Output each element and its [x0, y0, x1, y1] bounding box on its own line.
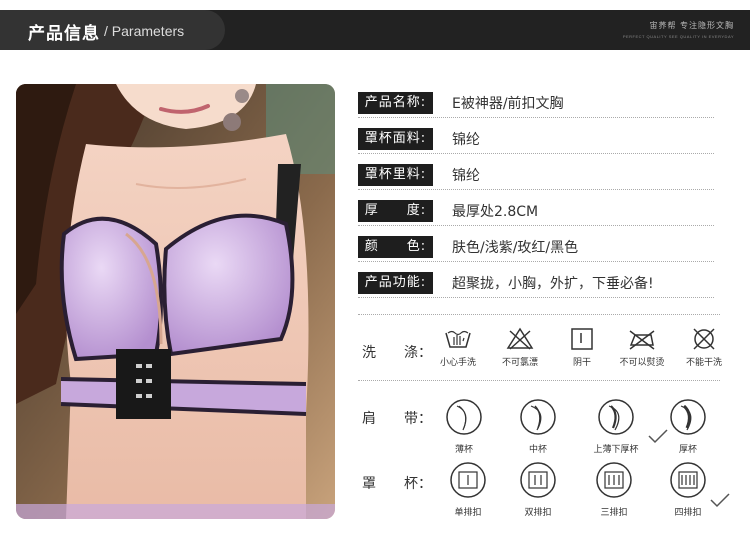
line-dry-icon: 阴干 [560, 327, 604, 368]
option-caption: 厚杯 [678, 445, 697, 455]
param-row-thickness: 厚 度: 最厚处2.8CM [358, 196, 714, 226]
brand-slogan: 宙荞帮 专注隐形文胸 [649, 21, 734, 30]
divider [358, 153, 714, 154]
option-caption: 上薄下厚杯 [593, 445, 639, 455]
param-label: 产品名称: [358, 92, 433, 114]
option-caption: 双排扣 [524, 508, 552, 518]
care-caption: 不可以熨烫 [619, 358, 665, 368]
page-subtitle: / Parameters [104, 23, 185, 39]
param-row-cup-fabric: 罩杯面料: 锦纶 [358, 124, 714, 154]
param-value: E被神器/前扣文胸 [452, 96, 564, 112]
hand-wash-icon: 小心手洗 [436, 327, 480, 368]
washing-label: 洗 涤： [362, 345, 432, 361]
divider [358, 189, 714, 190]
option-caption: 中杯 [528, 445, 547, 455]
divider [358, 297, 714, 298]
param-label: 罩杯面料: [358, 128, 433, 150]
double-hook-icon: 双排扣 [516, 461, 560, 518]
option-caption: 薄杯 [454, 445, 473, 455]
header-bar: 产品信息 / Parameters 宙荞帮 专注隐形文胸 PERFECT QUA… [0, 10, 750, 50]
divider [358, 380, 720, 381]
no-dry-clean-icon: 不能干洗 [682, 327, 726, 368]
divider [358, 314, 720, 315]
product-photo [16, 84, 335, 519]
thin-cup-icon: 薄杯 [442, 398, 486, 455]
param-value: 最厚处2.8CM [452, 204, 539, 220]
page-title: 产品信息 [28, 24, 100, 44]
thin-top-thick-bottom-cup-icon: 上薄下厚杯 [586, 398, 646, 455]
thick-cup-icon: 厚杯 [666, 398, 710, 455]
param-label: 颜 色: [358, 236, 433, 258]
param-label: 产品功能: [358, 272, 433, 294]
care-caption: 阴干 [572, 358, 591, 368]
param-row-cup-lining: 罩杯里料: 锦纶 [358, 160, 714, 190]
care-caption: 不可氯漂 [501, 358, 538, 368]
quad-hook-icon: 四排扣 [666, 461, 710, 518]
no-iron-icon: 不可以熨烫 [616, 327, 668, 368]
param-value: 锦纶 [452, 132, 480, 148]
cup-label: 罩 杯： [362, 476, 432, 492]
param-label: 厚 度: [358, 200, 433, 222]
param-row-color: 颜 色: 肤色/浅紫/玫红/黑色 [358, 232, 714, 262]
triple-hook-icon: 三排扣 [592, 461, 636, 518]
param-value: 锦纶 [452, 168, 480, 184]
divider [358, 225, 714, 226]
param-value: 超聚拢，小胸，外扩，下垂必备! [452, 276, 654, 292]
option-caption: 单排扣 [454, 508, 482, 518]
no-bleach-icon: 不可氯漂 [498, 327, 542, 368]
divider [358, 261, 714, 262]
single-hook-icon: 单排扣 [446, 461, 490, 518]
option-caption: 三排扣 [600, 508, 628, 518]
medium-cup-icon: 中杯 [516, 398, 560, 455]
care-caption: 不能干洗 [685, 358, 722, 368]
option-caption: 四排扣 [674, 508, 702, 518]
check-icon [710, 493, 730, 508]
param-label: 罩杯里料: [358, 164, 433, 186]
param-row-name: 产品名称: E被神器/前扣文胸 [358, 88, 714, 118]
care-caption: 小心手洗 [439, 358, 476, 368]
divider [358, 117, 714, 118]
param-value: 肤色/浅紫/玫红/黑色 [452, 240, 579, 256]
param-row-function: 产品功能: 超聚拢，小胸，外扩，下垂必备! [358, 268, 714, 298]
strap-label: 肩 带： [362, 411, 432, 427]
brand-slogan-en: PERFECT QUALITY SEE QUALITY IN EVERYDAY [622, 34, 734, 39]
